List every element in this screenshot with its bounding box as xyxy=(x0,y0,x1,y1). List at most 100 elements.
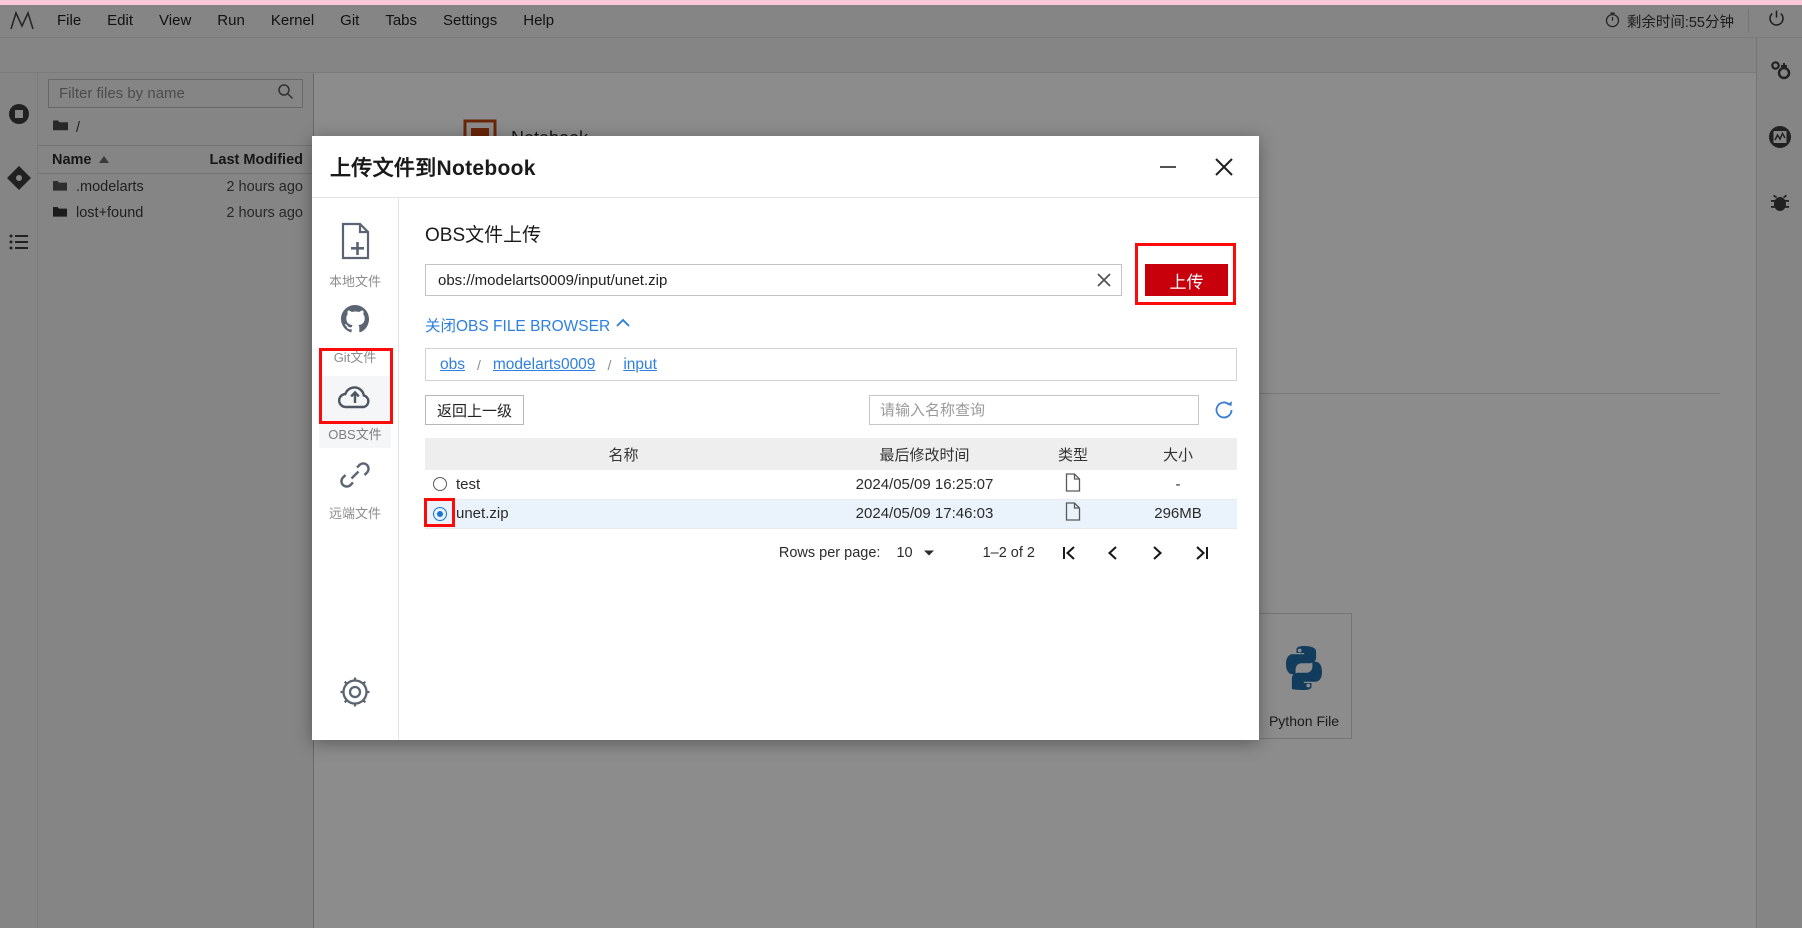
column-header-last-modified[interactable]: Last Modified xyxy=(195,152,313,168)
obs-row-name-inner: test xyxy=(433,476,821,493)
source-remote-file[interactable]: 远端文件 xyxy=(319,454,391,526)
breadcrumb-root[interactable]: / xyxy=(76,120,80,136)
obs-row-size: 296MB xyxy=(1119,499,1237,529)
file-row-modified: 2 hours ago xyxy=(226,179,303,195)
obs-row-name: test xyxy=(456,475,481,493)
folder-icon xyxy=(52,118,69,137)
clear-x-icon[interactable] xyxy=(1091,267,1117,293)
obs-breadcrumb-bucket[interactable]: modelarts0009 xyxy=(493,356,596,374)
filter-files-box[interactable] xyxy=(48,79,303,108)
go-up-button[interactable]: 返回上一级 xyxy=(425,395,524,425)
next-page-icon[interactable] xyxy=(1135,538,1179,568)
table-row[interactable]: unet.zip 2024/05/09 17:46:03 296MB xyxy=(424,498,1237,529)
source-local-file[interactable]: 本地文件 xyxy=(319,220,391,292)
breadcrumb[interactable]: / xyxy=(38,112,313,145)
list-item[interactable]: .modelarts 2 hours ago xyxy=(38,174,313,200)
obs-row-modified: 2024/05/09 16:25:07 xyxy=(822,470,1027,500)
sort-ascending-icon xyxy=(98,152,110,168)
obs-path-field[interactable] xyxy=(425,264,1122,296)
obs-row-type xyxy=(1027,470,1119,500)
filter-files-input[interactable] xyxy=(57,84,277,103)
obs-row-size: - xyxy=(1119,470,1237,500)
menu-edit[interactable]: Edit xyxy=(96,7,144,35)
column-header-name: 名称 xyxy=(425,438,822,470)
menu-bar-right: 剩余时间:55分钟 xyxy=(1604,5,1802,37)
dialog-header: 上传文件到Notebook xyxy=(312,136,1259,198)
panel-title: OBS文件上传 xyxy=(425,225,542,246)
table-row[interactable]: test 2024/05/09 16:25:07 - xyxy=(425,470,1237,500)
menu-view[interactable]: View xyxy=(148,7,202,35)
column-header-size: 大小 xyxy=(1119,438,1237,470)
dialog-title: 上传文件到Notebook xyxy=(330,156,536,180)
row-radio-test[interactable] xyxy=(433,477,447,492)
chevron-up-icon xyxy=(615,316,631,334)
source-label: Git文件 xyxy=(333,350,377,365)
obs-path-input[interactable] xyxy=(436,270,1091,290)
first-page-icon[interactable] xyxy=(1047,538,1091,568)
jupyter-logo-icon xyxy=(0,10,44,32)
upload-button[interactable]: 上传 xyxy=(1145,264,1228,296)
list-item[interactable]: lost+found 2 hours ago xyxy=(38,200,313,226)
rows-per-page-select[interactable]: 10 xyxy=(896,545,934,561)
dialog-header-actions xyxy=(1153,152,1239,182)
obs-row-type xyxy=(1027,499,1119,529)
rows-per-page-label: Rows per page: xyxy=(778,544,881,561)
search-icon xyxy=(277,83,294,105)
close-icon[interactable] xyxy=(1209,152,1239,182)
table-of-contents-icon[interactable] xyxy=(6,229,32,255)
top-toolbar-strip xyxy=(0,38,1802,73)
pagination-bar: Rows per page: 10 1–2 of 2 xyxy=(425,529,1237,577)
property-inspector-icon[interactable] xyxy=(1767,58,1793,84)
menu-bar: File Edit View Run Kernel Git Tabs Setti… xyxy=(0,5,1802,38)
rows-per-page-value: 10 xyxy=(896,544,913,561)
obs-breadcrumb-folder[interactable]: input xyxy=(623,356,657,374)
obs-table-body: test 2024/05/09 16:25:07 - unet.zip 2024… xyxy=(424,470,1237,529)
source-label: OBS文件 xyxy=(328,427,382,442)
menu-git[interactable]: Git xyxy=(329,7,370,35)
menu-help[interactable]: Help xyxy=(512,7,565,35)
source-obs-file[interactable]: OBS文件 xyxy=(319,376,391,448)
session-timer: 剩余时间:55分钟 xyxy=(1604,11,1748,32)
minimize-icon[interactable] xyxy=(1153,152,1183,182)
toggle-obs-file-browser[interactable]: 关闭OBS FILE BROWSER xyxy=(425,314,631,336)
file-row-name: lost+found xyxy=(38,205,195,222)
power-button[interactable] xyxy=(1748,9,1802,33)
obs-row-modified: 2024/05/09 17:46:03 xyxy=(822,499,1027,529)
pagination-range-label: 1–2 of 2 xyxy=(982,544,1035,561)
file-row-modified: 2 hours ago xyxy=(226,205,303,221)
obs-row-name-cell: test xyxy=(425,470,822,500)
last-page-icon[interactable] xyxy=(1179,538,1223,568)
source-label: 远端文件 xyxy=(328,506,381,521)
file-list-header: Name Last Modified xyxy=(38,145,313,174)
obs-cloud-icon xyxy=(337,381,373,418)
local-file-icon xyxy=(338,222,372,265)
obs-search-input[interactable] xyxy=(869,395,1199,425)
power-icon xyxy=(1767,9,1786,33)
kernel-usage-icon[interactable] xyxy=(1767,124,1793,150)
git-icon xyxy=(338,302,372,341)
menu-settings[interactable]: Settings xyxy=(432,7,508,35)
debugger-icon[interactable] xyxy=(1767,190,1793,216)
column-header-type: 类型 xyxy=(1027,438,1119,470)
file-row-name: .modelarts xyxy=(38,179,195,196)
prev-page-icon[interactable] xyxy=(1091,538,1135,568)
stop-kernel-icon[interactable] xyxy=(6,101,32,127)
obs-breadcrumb-obs[interactable]: obs xyxy=(440,356,465,374)
refresh-icon[interactable] xyxy=(1211,397,1237,423)
menu-file[interactable]: File xyxy=(46,7,92,35)
menu-run[interactable]: Run xyxy=(206,7,256,35)
jupyterlab-application: File Edit View Run Kernel Git Tabs Setti… xyxy=(0,5,1802,928)
obs-table-head: 名称 最后修改时间 类型 大小 xyxy=(425,438,1237,470)
source-label: 本地文件 xyxy=(328,274,381,289)
git-panel-icon[interactable] xyxy=(6,165,32,191)
toggle-obs-file-browser-label: 关闭OBS FILE BROWSER xyxy=(425,318,611,335)
breadcrumb-separator: / xyxy=(477,356,481,373)
gear-icon[interactable] xyxy=(338,675,372,714)
filter-row xyxy=(38,73,313,112)
menu-kernel[interactable]: Kernel xyxy=(260,7,325,35)
menu-tabs[interactable]: Tabs xyxy=(374,7,428,35)
row-radio-unet-zip[interactable] xyxy=(433,506,447,521)
launcher-card-python-file[interactable]: Python File xyxy=(1256,613,1352,739)
source-git-file[interactable]: Git文件 xyxy=(319,298,391,370)
column-header-name[interactable]: Name xyxy=(38,152,195,168)
